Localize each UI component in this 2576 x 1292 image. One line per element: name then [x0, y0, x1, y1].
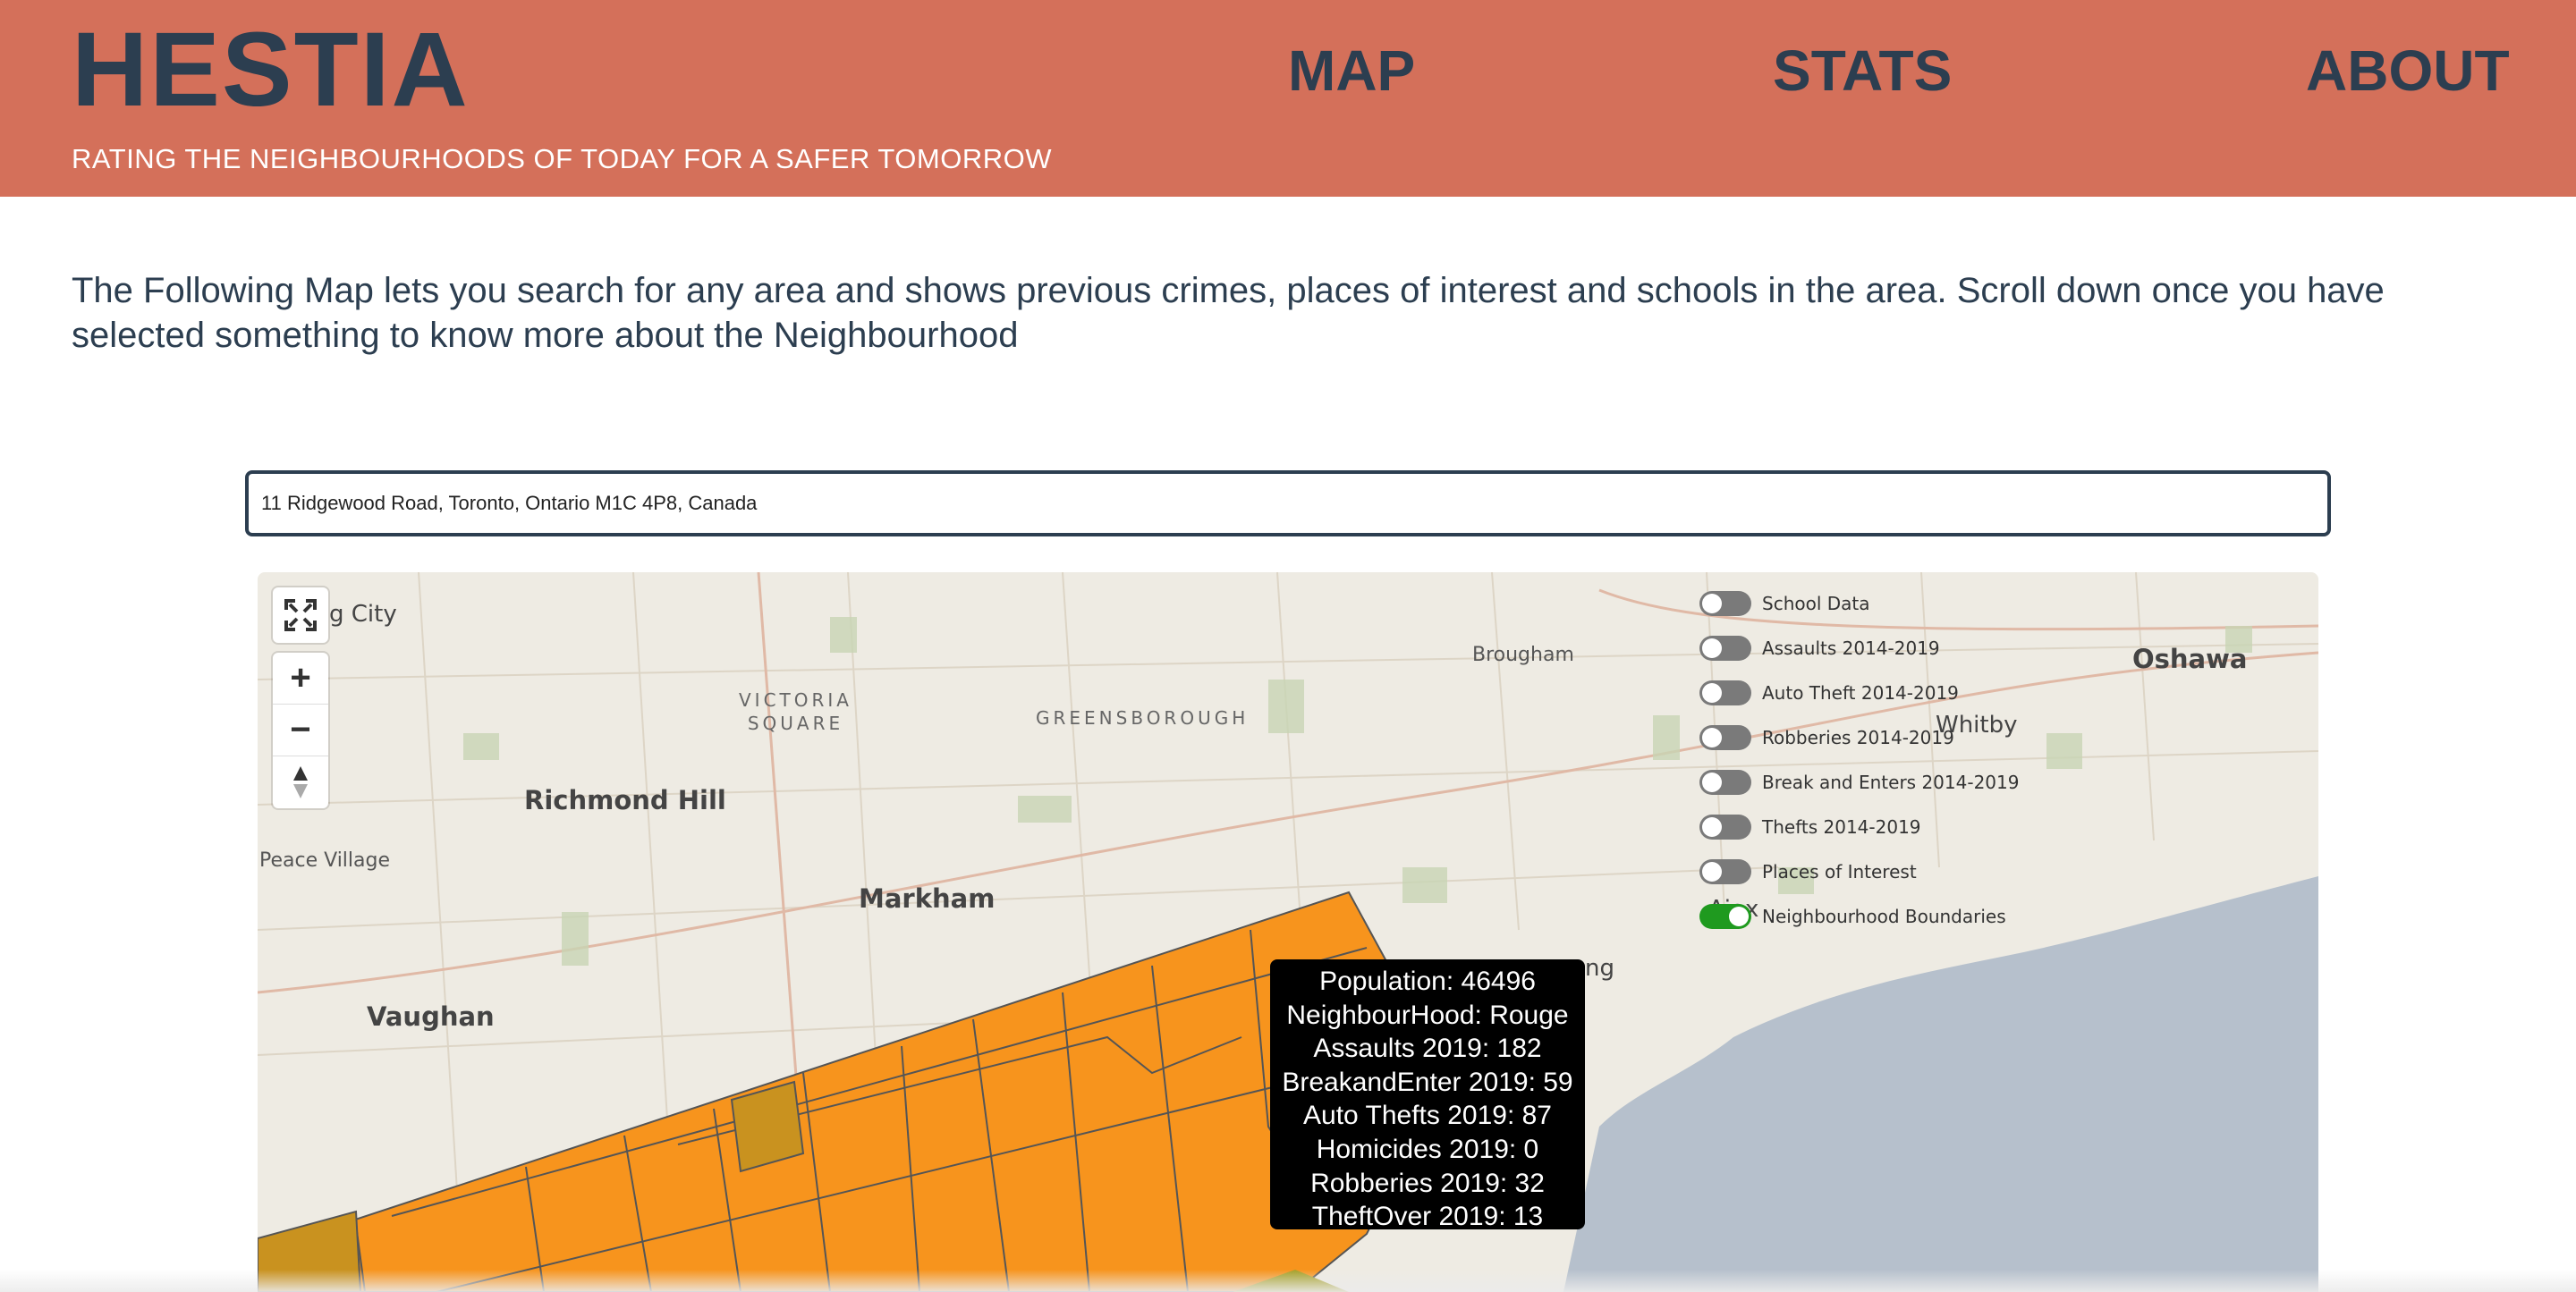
toggle-switch-assaults[interactable] — [1699, 636, 1751, 661]
site-header: HESTIA RATING THE NEIGHBOURHOODS OF TODA… — [0, 0, 2576, 197]
tooltip-robberies: Robberies 2019: 32 — [1310, 1168, 1545, 1198]
toggle-switch-places-of-interest[interactable] — [1699, 859, 1751, 884]
toggle-knob — [1702, 683, 1722, 703]
tooltip-population: Population: 46496 — [1319, 967, 1536, 996]
map-label-peace-village: Peace Village — [259, 849, 391, 872]
map-label-king-city: g City — [329, 601, 397, 628]
layer-label: Neighbourhood Boundaries — [1762, 906, 2006, 927]
layer-row-robberies[interactable]: Robberies 2014-2019 — [1699, 715, 2057, 760]
layer-row-places-of-interest[interactable]: Places of Interest — [1699, 849, 2057, 894]
layer-row-neighbourhood-boundaries[interactable]: Neighbourhood Boundaries — [1699, 894, 2057, 939]
layer-row-school-data[interactable]: School Data — [1699, 581, 2057, 626]
toggle-switch-robberies[interactable] — [1699, 725, 1751, 750]
map-label-vaughan: Vaughan — [367, 1001, 495, 1032]
map-label-brougham: Brougham — [1472, 644, 1574, 666]
fullscreen-icon[interactable] — [273, 587, 328, 643]
layer-label: School Data — [1762, 593, 1870, 614]
layer-label: Places of Interest — [1762, 861, 1917, 882]
tooltip-homicides: Homicides 2019: 0 — [1316, 1134, 1539, 1164]
toggle-knob — [1702, 773, 1722, 792]
layer-toggle-panel: School Data Assaults 2014-2019 Auto Thef… — [1699, 581, 2057, 939]
layer-row-auto-theft[interactable]: Auto Theft 2014-2019 — [1699, 671, 2057, 715]
map-canvas[interactable]: g City VICTORIA SQUARE GREENSBOROUGH Brou… — [258, 572, 2318, 1292]
map-label-victoria: VICTORIA — [739, 689, 852, 711]
zoom-control: + − — [273, 653, 328, 808]
bottom-fade — [0, 1270, 2576, 1292]
toggle-switch-auto-theft[interactable] — [1699, 680, 1751, 705]
map-label-square: SQUARE — [747, 713, 844, 734]
tooltip-auto-thefts: Auto Thefts 2019: 87 — [1303, 1101, 1552, 1131]
tooltip-break-enter: BreakandEnter 2019: 59 — [1282, 1067, 1573, 1097]
map-label-richmond-hill: Richmond Hill — [524, 785, 726, 815]
layer-row-assaults[interactable]: Assaults 2014-2019 — [1699, 626, 2057, 671]
compass-icon — [293, 766, 308, 798]
tooltip-neighbourhood: NeighbourHood: Rouge — [1286, 1000, 1569, 1030]
intro-text: The Following Map lets you search for an… — [72, 271, 2385, 355]
map-label-pickering: ng — [1585, 955, 1614, 982]
layer-label: Assaults 2014-2019 — [1762, 638, 1940, 659]
map-label-markham: Markham — [859, 883, 996, 914]
map-label-victoria-square: VICTORIA SQUARE — [739, 688, 852, 735]
nav-stats-link[interactable]: STATS — [1773, 38, 1952, 104]
toggle-knob — [1702, 728, 1722, 747]
toggle-switch-thefts[interactable] — [1699, 815, 1751, 840]
layer-label: Break and Enters 2014-2019 — [1762, 772, 2020, 793]
neighbourhood-tooltip: Population: 46496 NeighbourHood: Rouge A… — [1270, 959, 1585, 1231]
toggle-knob — [1702, 817, 1722, 837]
layer-label: Thefts 2014-2019 — [1762, 816, 1921, 838]
brand-logo[interactable]: HESTIA — [72, 12, 470, 129]
layer-label: Auto Theft 2014-2019 — [1762, 682, 1959, 704]
fullscreen-icon-glyph — [284, 599, 317, 631]
nav-about-link[interactable]: ABOUT — [2306, 38, 2510, 104]
tooltip-theft-over: TheftOver 2019: 13 — [1311, 1202, 1544, 1232]
fullscreen-control[interactable] — [273, 587, 328, 643]
toggle-knob — [1702, 638, 1722, 658]
zoom-in-button[interactable]: + — [273, 653, 328, 705]
toggle-switch-school-data[interactable] — [1699, 591, 1751, 616]
map-label-oshawa: Oshawa — [2132, 644, 2248, 674]
layer-row-thefts[interactable]: Thefts 2014-2019 — [1699, 805, 2057, 849]
tooltip-assaults: Assaults 2019: 182 — [1313, 1034, 1542, 1064]
toggle-switch-neighbourhood-boundaries[interactable] — [1699, 904, 1751, 929]
layer-label: Robberies 2014-2019 — [1762, 727, 1954, 748]
layer-row-break-enters[interactable]: Break and Enters 2014-2019 — [1699, 760, 2057, 805]
toggle-knob — [1729, 907, 1749, 926]
compass-button[interactable] — [273, 756, 328, 808]
map-label-greensborough: GREENSBOROUGH — [1036, 707, 1250, 729]
nav-map-link[interactable]: MAP — [1288, 38, 1415, 104]
tagline: RATING THE NEIGHBOURHOODS OF TODAY FOR A… — [72, 143, 1052, 174]
toggle-switch-break-enters[interactable] — [1699, 770, 1751, 795]
toggle-knob — [1702, 594, 1722, 613]
address-search-input[interactable] — [245, 470, 2331, 536]
toggle-knob — [1702, 862, 1722, 882]
zoom-out-button[interactable]: − — [273, 705, 328, 756]
